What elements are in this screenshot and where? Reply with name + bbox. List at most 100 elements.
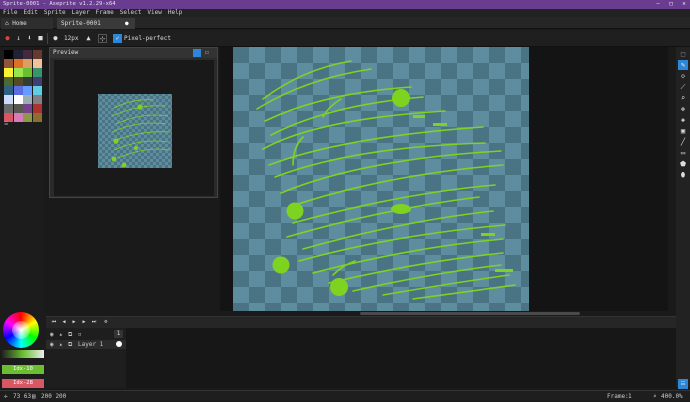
- menu-edit[interactable]: Edit: [20, 9, 40, 17]
- palette-swatch[interactable]: [4, 68, 13, 77]
- scroll-thumb[interactable]: [360, 312, 580, 315]
- palette-swatch[interactable]: [32, 104, 42, 113]
- menu-bar: File Edit Sprite Layer Frame Select View Help: [0, 9, 690, 17]
- shade-bar[interactable]: [2, 350, 44, 358]
- menu-layer[interactable]: Layer: [69, 9, 93, 17]
- color-palette: ☰: [0, 47, 44, 311]
- continuous-icon[interactable]: ⧉: [68, 330, 72, 339]
- timeline-settings-icon[interactable]: ⚙: [102, 319, 110, 326]
- menu-view[interactable]: View: [144, 9, 164, 17]
- sprite-size: 200 200: [41, 393, 67, 400]
- palette-swatch[interactable]: [23, 95, 32, 104]
- layer-options-icon[interactable]: ▫: [78, 330, 82, 339]
- tools-toggle-button[interactable]: ☷: [678, 379, 688, 389]
- preview-close-icon[interactable]: ☐: [205, 48, 209, 58]
- color-wheel[interactable]: [2, 312, 44, 348]
- zoom-tool-icon[interactable]: ⌕: [678, 93, 688, 103]
- layer-visibility-icon[interactable]: ◉: [50, 340, 54, 349]
- cursor-position: 73 63: [13, 393, 32, 400]
- line-tool-icon[interactable]: ╱: [678, 137, 688, 147]
- menu-frame[interactable]: Frame: [93, 9, 117, 17]
- background-color-button[interactable]: Idx-28: [2, 379, 44, 388]
- ink-icon[interactable]: ▲: [84, 34, 93, 43]
- palette-options-icon[interactable]: ☰: [4, 121, 8, 127]
- palette-swatch[interactable]: [13, 59, 23, 68]
- tab-sprite[interactable]: Sprite-0001 ●: [57, 18, 135, 29]
- layer-continuous-icon[interactable]: ⧉: [68, 340, 72, 349]
- palette-swatch[interactable]: [13, 68, 23, 77]
- palette-swatch[interactable]: [32, 50, 42, 59]
- palette-swatch[interactable]: [4, 77, 13, 86]
- preview-header: Preview ☐: [50, 48, 217, 58]
- frame-field[interactable]: 1: [628, 391, 632, 402]
- keyframe-cel[interactable]: [116, 341, 122, 347]
- palette-swatch[interactable]: [23, 113, 32, 122]
- menu-file[interactable]: File: [0, 9, 20, 17]
- frame-header[interactable]: 1: [114, 330, 123, 338]
- tab-home[interactable]: ⌂ Home: [1, 18, 53, 29]
- fill-tool-icon[interactable]: ◈: [678, 115, 688, 125]
- prev-frame-icon[interactable]: ◀: [60, 319, 68, 326]
- palette-swatch[interactable]: [32, 77, 42, 86]
- blur-tool-icon[interactable]: ⬮: [678, 170, 688, 180]
- palette-swatch[interactable]: [13, 113, 23, 122]
- preview-canvas[interactable]: [54, 60, 214, 196]
- layer-lock-icon[interactable]: ▴: [59, 340, 63, 349]
- rectangle-tool-icon[interactable]: ▭: [678, 148, 688, 158]
- brush-type-icon[interactable]: ●: [3, 34, 12, 43]
- dynamics-icon[interactable]: ⊹: [98, 34, 107, 43]
- brush-size-field[interactable]: 12px: [64, 34, 78, 43]
- layer-row[interactable]: ◉ ▴ ⧉ Layer 1: [46, 340, 126, 349]
- palette-swatch[interactable]: [13, 95, 23, 104]
- palette-swatch[interactable]: [13, 104, 23, 113]
- palette-swatch[interactable]: [32, 59, 42, 68]
- gradient-tool-icon[interactable]: ▣: [678, 126, 688, 136]
- palette-swatch[interactable]: [23, 77, 32, 86]
- sprite-canvas[interactable]: [233, 47, 529, 311]
- pixel-perfect-checkbox[interactable]: ✓: [113, 34, 122, 43]
- palette-swatch[interactable]: [13, 77, 23, 86]
- palette-swatch[interactable]: [4, 59, 13, 68]
- palette-swatch[interactable]: [23, 104, 32, 113]
- maximize-button[interactable]: □: [665, 0, 677, 9]
- palette-swatch[interactable]: [4, 50, 13, 59]
- menu-sprite[interactable]: Sprite: [41, 9, 69, 17]
- eyedropper-tool-icon[interactable]: ⟋: [678, 82, 688, 92]
- zoom-level[interactable]: 400.0%: [661, 391, 683, 402]
- menu-select[interactable]: Select: [117, 9, 145, 17]
- palette-swatch[interactable]: [4, 104, 13, 113]
- pin-icon[interactable]: ⬇: [25, 34, 34, 43]
- palette-swatch[interactable]: [23, 86, 32, 95]
- contour-tool-icon[interactable]: ⬟: [678, 159, 688, 169]
- preview-pin-button[interactable]: [193, 49, 201, 57]
- palette-swatch[interactable]: [23, 59, 32, 68]
- circle-brush-icon[interactable]: ●: [51, 34, 60, 43]
- minimize-button[interactable]: –: [652, 0, 664, 9]
- palette-swatch[interactable]: [32, 68, 42, 77]
- palette-swatch[interactable]: [13, 86, 23, 95]
- eraser-tool-icon[interactable]: ◇: [678, 71, 688, 81]
- next-frame-icon[interactable]: ▶: [80, 319, 88, 326]
- lock-icon[interactable]: ▴: [59, 330, 63, 339]
- pencil-tool-icon[interactable]: ✎: [678, 60, 688, 70]
- palette-swatch[interactable]: [4, 95, 13, 104]
- palette-swatch[interactable]: [32, 86, 42, 95]
- palette-swatch[interactable]: [13, 50, 23, 59]
- arrow-down-icon[interactable]: ↓: [14, 34, 23, 43]
- palette-swatch[interactable]: [23, 68, 32, 77]
- marquee-tool-icon[interactable]: ⬚: [678, 49, 688, 59]
- palette-swatch[interactable]: [4, 86, 13, 95]
- menu-help[interactable]: Help: [165, 9, 185, 17]
- close-window-button[interactable]: ✕: [678, 0, 690, 9]
- palette-swatch[interactable]: [23, 50, 32, 59]
- last-frame-icon[interactable]: ⏭: [90, 319, 98, 326]
- foreground-color-button[interactable]: Idx-10: [2, 365, 44, 374]
- play-icon[interactable]: ▶: [70, 319, 78, 326]
- tab-close-icon[interactable]: ●: [125, 18, 129, 29]
- move-tool-icon[interactable]: ✥: [678, 104, 688, 114]
- square-brush-icon[interactable]: ■: [36, 34, 45, 43]
- first-frame-icon[interactable]: ⏮: [50, 319, 58, 326]
- palette-swatch[interactable]: [32, 95, 42, 104]
- palette-swatch[interactable]: [32, 113, 42, 122]
- eye-icon[interactable]: ◉: [50, 330, 54, 339]
